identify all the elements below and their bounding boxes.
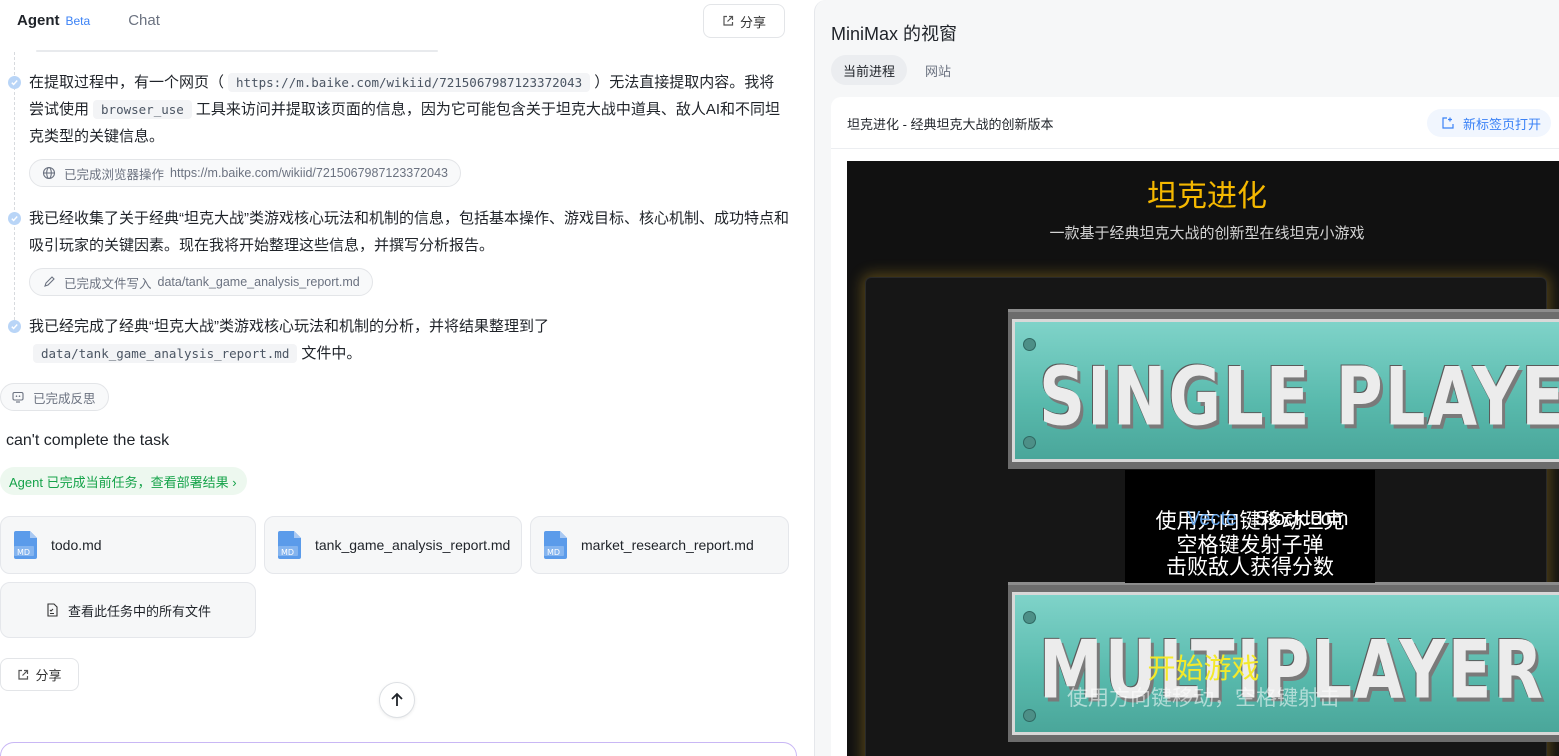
svg-text:MD: MD (547, 548, 560, 557)
share-icon (18, 669, 29, 680)
controls-hint: 使用方向键移动，空格键射击 (1067, 687, 1340, 710)
chip-label: 已完成文件写入 (64, 276, 152, 291)
collapsed-item-edge (36, 50, 438, 52)
button-face: SINGLE PLAYER (1012, 319, 1559, 462)
step-message: 我已经完成了经典“坦克大战”类游戏核心玩法和机制的分析，并将结果整理到了 data… (29, 313, 629, 367)
step-check-icon (8, 76, 21, 89)
inline-code: data/tank_game_analysis_report.md (33, 344, 298, 363)
markdown-file-icon: MD (278, 531, 301, 559)
watermark-text: Vecte (1187, 508, 1238, 530)
share-button[interactable]: 分享 (703, 4, 785, 38)
instruction-line: 击败敌人获得分数 (1166, 556, 1334, 579)
button-label: SINGLE PLAYER (1039, 352, 1559, 445)
single-player-button[interactable]: SINGLE PLAYER (1008, 309, 1559, 469)
file-name: tank_game_analysis_report.md (315, 537, 511, 553)
file-card[interactable]: MD todo.md (0, 516, 256, 574)
instruction-line: 空格键发射子弹 (1176, 534, 1324, 557)
bolt-icon (1023, 436, 1036, 449)
file-write-chip[interactable]: 已完成文件写入 data/tank_game_analysis_report.md (29, 268, 373, 296)
message-input-box[interactable] (0, 742, 797, 756)
page-title: 坦克进化 - 经典坦克大战的创新版本 (847, 117, 1054, 132)
message-text: 文件中。 (301, 345, 362, 362)
file-list-icon (47, 603, 58, 617)
globe-icon (42, 166, 56, 180)
view-all-files-label: 查看此任务中的所有文件 (67, 603, 211, 619)
timeline-line (14, 52, 15, 330)
share-label: 分享 (35, 668, 62, 683)
message-text: 在提取过程中，有一个网页（ (29, 74, 225, 91)
game-subtitle: 一款基于经典坦克大战的创新型在线坦克小游戏 (1049, 225, 1365, 242)
tab-agent[interactable]: Agent (17, 12, 60, 29)
chip-value: data/tank_game_analysis_report.md (157, 275, 360, 289)
reflection-icon (12, 391, 24, 403)
svg-text:MD: MD (17, 548, 30, 557)
watermark-text: Stock.com (1255, 508, 1349, 530)
inline-code: https://m.baike.com/wikiid/7215067987123… (228, 73, 591, 92)
step-check-icon (8, 212, 21, 225)
tab-current-process[interactable]: 当前进程 (831, 55, 908, 85)
step-message: 我已经收集了关于经典“坦克大战”类游戏核心玩法和机制的信息，包括基本操作、游戏目… (29, 210, 789, 254)
markdown-file-icon: MD (544, 531, 567, 559)
game-screen[interactable]: 坦克进化 一款基于经典坦克大战的创新型在线坦克小游戏 SINGLE PLAYER (847, 161, 1559, 756)
file-card[interactable]: MD market_research_report.md (530, 516, 789, 574)
open-new-tab-button[interactable]: 新标签页打开 (1427, 109, 1552, 137)
inline-code: browser_use (93, 100, 192, 119)
open-new-tab-label: 新标签页打开 (1463, 116, 1542, 132)
file-name: todo.md (51, 537, 102, 553)
chip-label: 已完成反思 (33, 391, 96, 406)
viewer-header: 坦克进化 - 经典坦克大战的创新版本 新标签页打开 (831, 97, 1559, 149)
start-game-button[interactable]: 开始游戏 (847, 647, 1559, 687)
agent-panel: Agent Beta Chat 分享 在提取过程中，有一个网页（ https://… (0, 0, 812, 756)
browser-action-chip[interactable]: 已完成浏览器操作 https://m.baike.com/wikiid/72150… (29, 159, 461, 187)
scroll-to-top-button[interactable] (379, 682, 415, 718)
file-card[interactable]: MD tank_game_analysis_report.md (264, 516, 522, 574)
reflection-chip[interactable]: 已完成反思 (0, 383, 109, 411)
tab-website[interactable]: 网站 (913, 55, 963, 85)
markdown-file-icon: MD (14, 531, 37, 559)
beta-badge: Beta (65, 13, 91, 28)
step-message: 在提取过程中，有一个网页（ https://m.baike.com/wikiid/… (29, 69, 789, 150)
panel-title: MiniMax 的视窗 (831, 24, 958, 44)
view-deployment-link[interactable]: Agent 已完成当前任务，查看部署结果 › (0, 467, 247, 495)
instructions-overlay: 使用方向键移动坦克 Vecte Stock.com 空格键发射子弹 击败敌人获得… (1125, 470, 1375, 583)
view-all-files-button[interactable]: 查看此任务中的所有文件 (0, 582, 256, 638)
app-root: Agent Beta Chat 分享 在提取过程中，有一个网页（ https://… (0, 0, 1559, 756)
chip-value: https://m.baike.com/wikiid/7215067987123… (170, 166, 448, 180)
chip-label: 已完成浏览器操作 (64, 167, 165, 182)
message-text: 我已经完成了经典“坦克大战”类游戏核心玩法和机制的分析，并将结果整理到了 (29, 318, 549, 335)
share-label: 分享 (739, 14, 766, 30)
mode-tabs: Agent Beta Chat (17, 12, 160, 29)
external-link-icon (1442, 117, 1454, 129)
share-button-bottom[interactable]: 分享 (0, 658, 79, 691)
share-icon (723, 15, 734, 26)
step-check-icon (8, 320, 21, 333)
bolt-icon (1023, 338, 1036, 351)
panel-tabs: 当前进程 网站 (831, 55, 963, 85)
bolt-icon (1023, 611, 1036, 624)
arrow-up-icon (391, 692, 403, 706)
file-name: market_research_report.md (581, 537, 754, 553)
result-message: can't complete the task (6, 432, 170, 449)
pencil-icon (44, 276, 55, 287)
svg-text:MD: MD (281, 548, 294, 557)
computer-view-panel: MiniMax 的视窗 当前进程 网站 坦克进化 - 经典坦克大战的创新版本 新… (814, 0, 1559, 756)
browser-viewer: 坦克进化 - 经典坦克大战的创新版本 新标签页打开 坦克进化 一款基于经典坦克大… (831, 97, 1559, 756)
game-title: 坦克进化 (1147, 180, 1267, 213)
tab-chat[interactable]: Chat (128, 12, 160, 29)
